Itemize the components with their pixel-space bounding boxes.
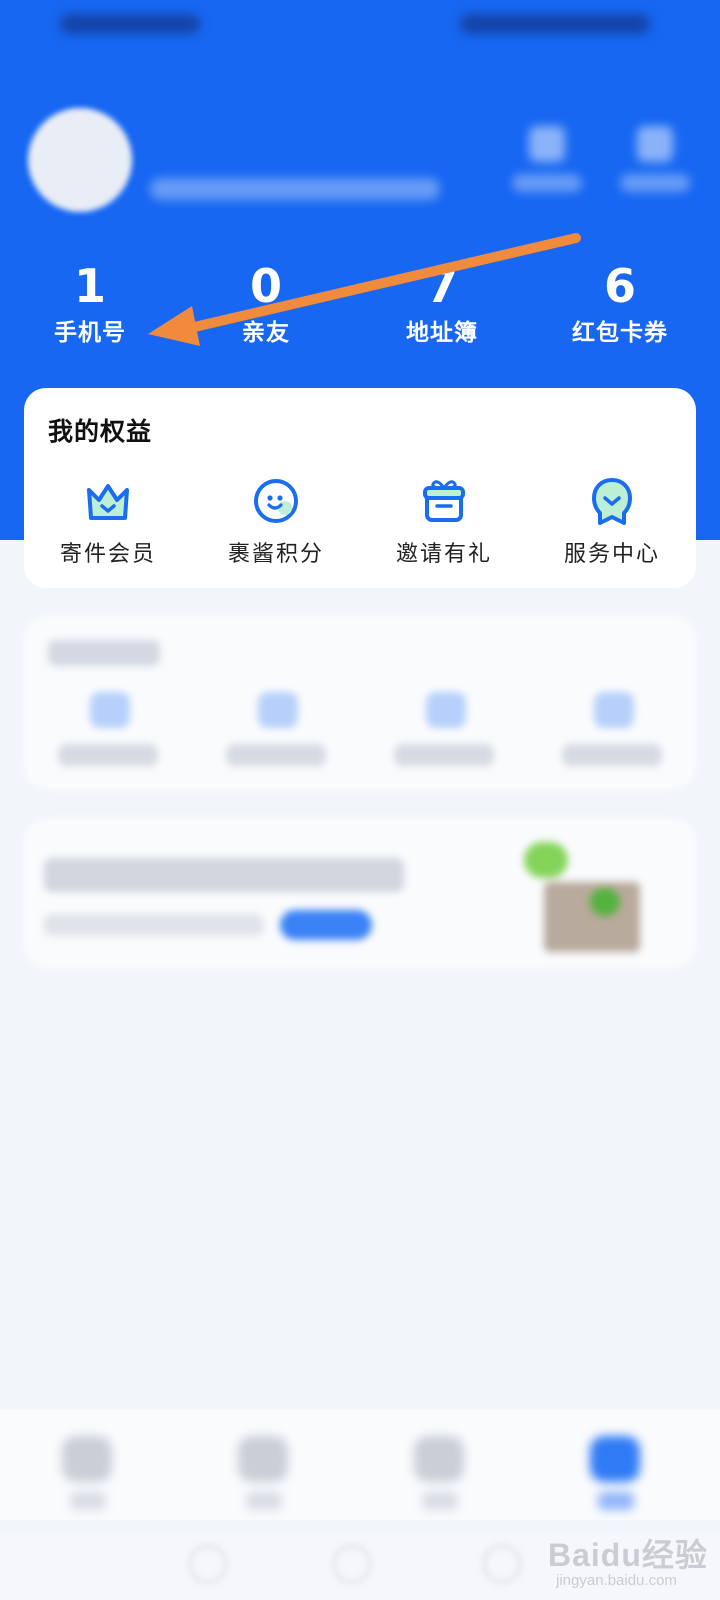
crown-icon [24, 474, 192, 528]
profile-header [0, 100, 720, 220]
settings-button-blurred[interactable] [620, 122, 690, 212]
nav-item-1-icon [62, 1436, 112, 1482]
services-card-blurred [24, 616, 696, 790]
service-badge-icon [528, 474, 696, 528]
stat-coupons[interactable]: 6 红包卡券 [530, 258, 710, 358]
bottom-nav [0, 1410, 720, 1520]
service-item-1-icon [90, 692, 130, 728]
nav-item-2-label-blurred [246, 1492, 282, 1510]
service-item-2-label-blurred [226, 744, 326, 766]
stats-row: 1 手机号 0 亲友 7 地址簿 6 红包卡券 [0, 258, 720, 358]
benefit-service-center[interactable]: 服务中心 [528, 474, 696, 574]
benefits-title: 我的权益 [48, 417, 153, 446]
stat-family-value: 0 [249, 259, 282, 313]
nav-item-1-blurred[interactable] [0, 1428, 180, 1518]
benefit-send-member-label: 寄件会员 [59, 542, 156, 567]
service-item-1-label-blurred [58, 744, 158, 766]
header-button-1-icon [529, 126, 565, 162]
username-blurred[interactable] [150, 128, 460, 168]
system-home-button[interactable] [332, 1544, 372, 1584]
stat-coupons-label: 红包卡券 [572, 320, 668, 346]
service-item-1-blurred[interactable] [24, 692, 192, 782]
stat-coupons-value: 6 [603, 259, 636, 313]
nav-item-3-icon [414, 1436, 464, 1482]
stat-family[interactable]: 0 亲友 [176, 258, 356, 358]
benefit-points-label: 裹酱积分 [227, 542, 324, 567]
nav-item-mine-active-blurred[interactable] [528, 1428, 708, 1518]
promo-button-blurred[interactable] [280, 910, 372, 940]
nav-item-mine-icon [590, 1436, 640, 1482]
watermark-sub-text: jingyan.baidu.com [556, 1572, 677, 1589]
stat-phone[interactable]: 1 手机号 [0, 258, 180, 358]
status-bar-left-blurred [60, 14, 200, 34]
service-item-2-icon [258, 692, 298, 728]
service-item-3-icon [426, 692, 466, 728]
nav-item-mine-label-blurred [598, 1492, 634, 1510]
stat-address-book-label: 地址簿 [406, 320, 478, 346]
service-item-3-label-blurred [394, 744, 494, 766]
profile-subline-blurred [150, 178, 440, 200]
system-back-button[interactable] [188, 1544, 228, 1584]
promo-subtitle-blurred [44, 914, 264, 936]
service-item-4-blurred[interactable] [528, 692, 696, 782]
benefits-card: 我的权益 寄件会员 裹酱积分 邀请有礼 服务中心 [24, 388, 696, 588]
stat-phone-label: 手机号 [54, 320, 126, 346]
nav-item-2-icon [238, 1436, 288, 1482]
promo-leaf-1 [524, 842, 568, 878]
stat-address-book-value: 7 [425, 259, 458, 313]
nav-item-1-label-blurred [70, 1492, 106, 1510]
service-item-2-blurred[interactable] [192, 692, 360, 782]
baidu-jingyan-watermark: Baidu经验 jingyan.baidu.com [548, 1530, 708, 1594]
promo-leaf-2 [590, 888, 620, 916]
avatar[interactable] [28, 108, 132, 212]
benefit-service-center-label: 服务中心 [563, 542, 660, 567]
smiley-face-icon [192, 474, 360, 528]
services-title-blurred [48, 640, 160, 666]
service-item-3-blurred[interactable] [360, 692, 528, 782]
stat-address-book[interactable]: 7 地址簿 [352, 258, 532, 358]
nav-item-3-label-blurred [422, 1492, 458, 1510]
stat-phone-value: 1 [73, 259, 106, 313]
header-button-1-label-blurred [512, 174, 582, 192]
benefit-invite-label: 邀请有礼 [395, 542, 492, 567]
status-bar-right-blurred [460, 14, 650, 34]
system-recents-button[interactable] [482, 1544, 522, 1584]
gift-box-icon [360, 474, 528, 528]
status-bar [0, 0, 720, 50]
benefit-send-member[interactable]: 寄件会员 [24, 474, 192, 574]
promo-title-blurred [44, 858, 404, 892]
service-item-4-icon [594, 692, 634, 728]
nav-item-3-blurred[interactable] [352, 1428, 532, 1518]
benefit-invite[interactable]: 邀请有礼 [360, 474, 528, 574]
header-button-1-blurred[interactable] [512, 122, 582, 212]
settings-label-blurred [620, 174, 690, 192]
settings-icon [637, 126, 673, 162]
promo-plant-image [524, 830, 654, 958]
stat-family-label: 亲友 [242, 320, 290, 346]
service-item-4-label-blurred [562, 744, 662, 766]
promo-card-blurred[interactable] [24, 818, 696, 968]
benefit-points[interactable]: 裹酱积分 [192, 474, 360, 574]
nav-item-2-blurred[interactable] [176, 1428, 356, 1518]
watermark-main-text: Baidu经验 [548, 1537, 708, 1573]
